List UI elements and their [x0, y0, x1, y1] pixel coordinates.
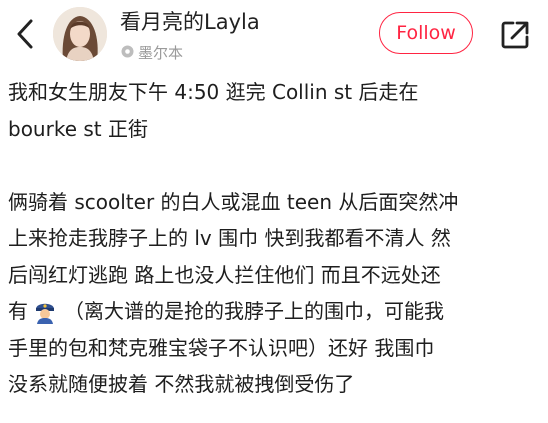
- post-line: bourke st 正街: [8, 116, 148, 141]
- back-chevron-icon: [17, 19, 33, 49]
- post-line: 手里的包和梵克雅宝袋子不认识吧）还好 我围巾: [8, 335, 435, 360]
- post-line-prefix: 有: [8, 299, 28, 323]
- post-line: 没系就随便披着 不然我就被拽倒受伤了: [8, 372, 355, 396]
- post-line: 俩骑着 scoolter 的白人或混血 teen 从后面突然冲: [8, 189, 459, 214]
- police-officer-emoji-icon: [36, 304, 54, 325]
- location-tag: 墨尔本: [121, 42, 183, 63]
- post-line: 后闯红灯逃跑 路上也没人拦住他们 而且不远处还: [8, 262, 441, 287]
- location-label: 墨尔本: [138, 44, 184, 62]
- post-body: 我和女生朋友下午 4:50 逛完 Collin st 后走在 bourke st…: [8, 74, 540, 403]
- share-button[interactable]: [497, 17, 533, 53]
- author-name[interactable]: 看月亮的Layla: [120, 6, 260, 36]
- location-pin-icon: [121, 45, 134, 58]
- post-line-with-emoji: 有 （离大谱的是抢的我脖子上的围巾，可能我: [8, 293, 540, 330]
- share-icon: [501, 21, 529, 49]
- post-header: 看月亮的Layla 墨尔本 Follow: [0, 0, 548, 72]
- back-button[interactable]: [10, 16, 40, 52]
- post-line: 我和女生朋友下午 4:50 逛完 Collin st 后走在: [8, 80, 419, 104]
- follow-button[interactable]: Follow: [379, 12, 473, 54]
- post-line-rest: （离大谱的是抢的我脖子上的围巾，可能我: [64, 299, 444, 323]
- post-line: 上来抢走我脖子上的 lv 围巾 快到我都看不清人 然: [8, 226, 451, 250]
- avatar[interactable]: [53, 7, 107, 61]
